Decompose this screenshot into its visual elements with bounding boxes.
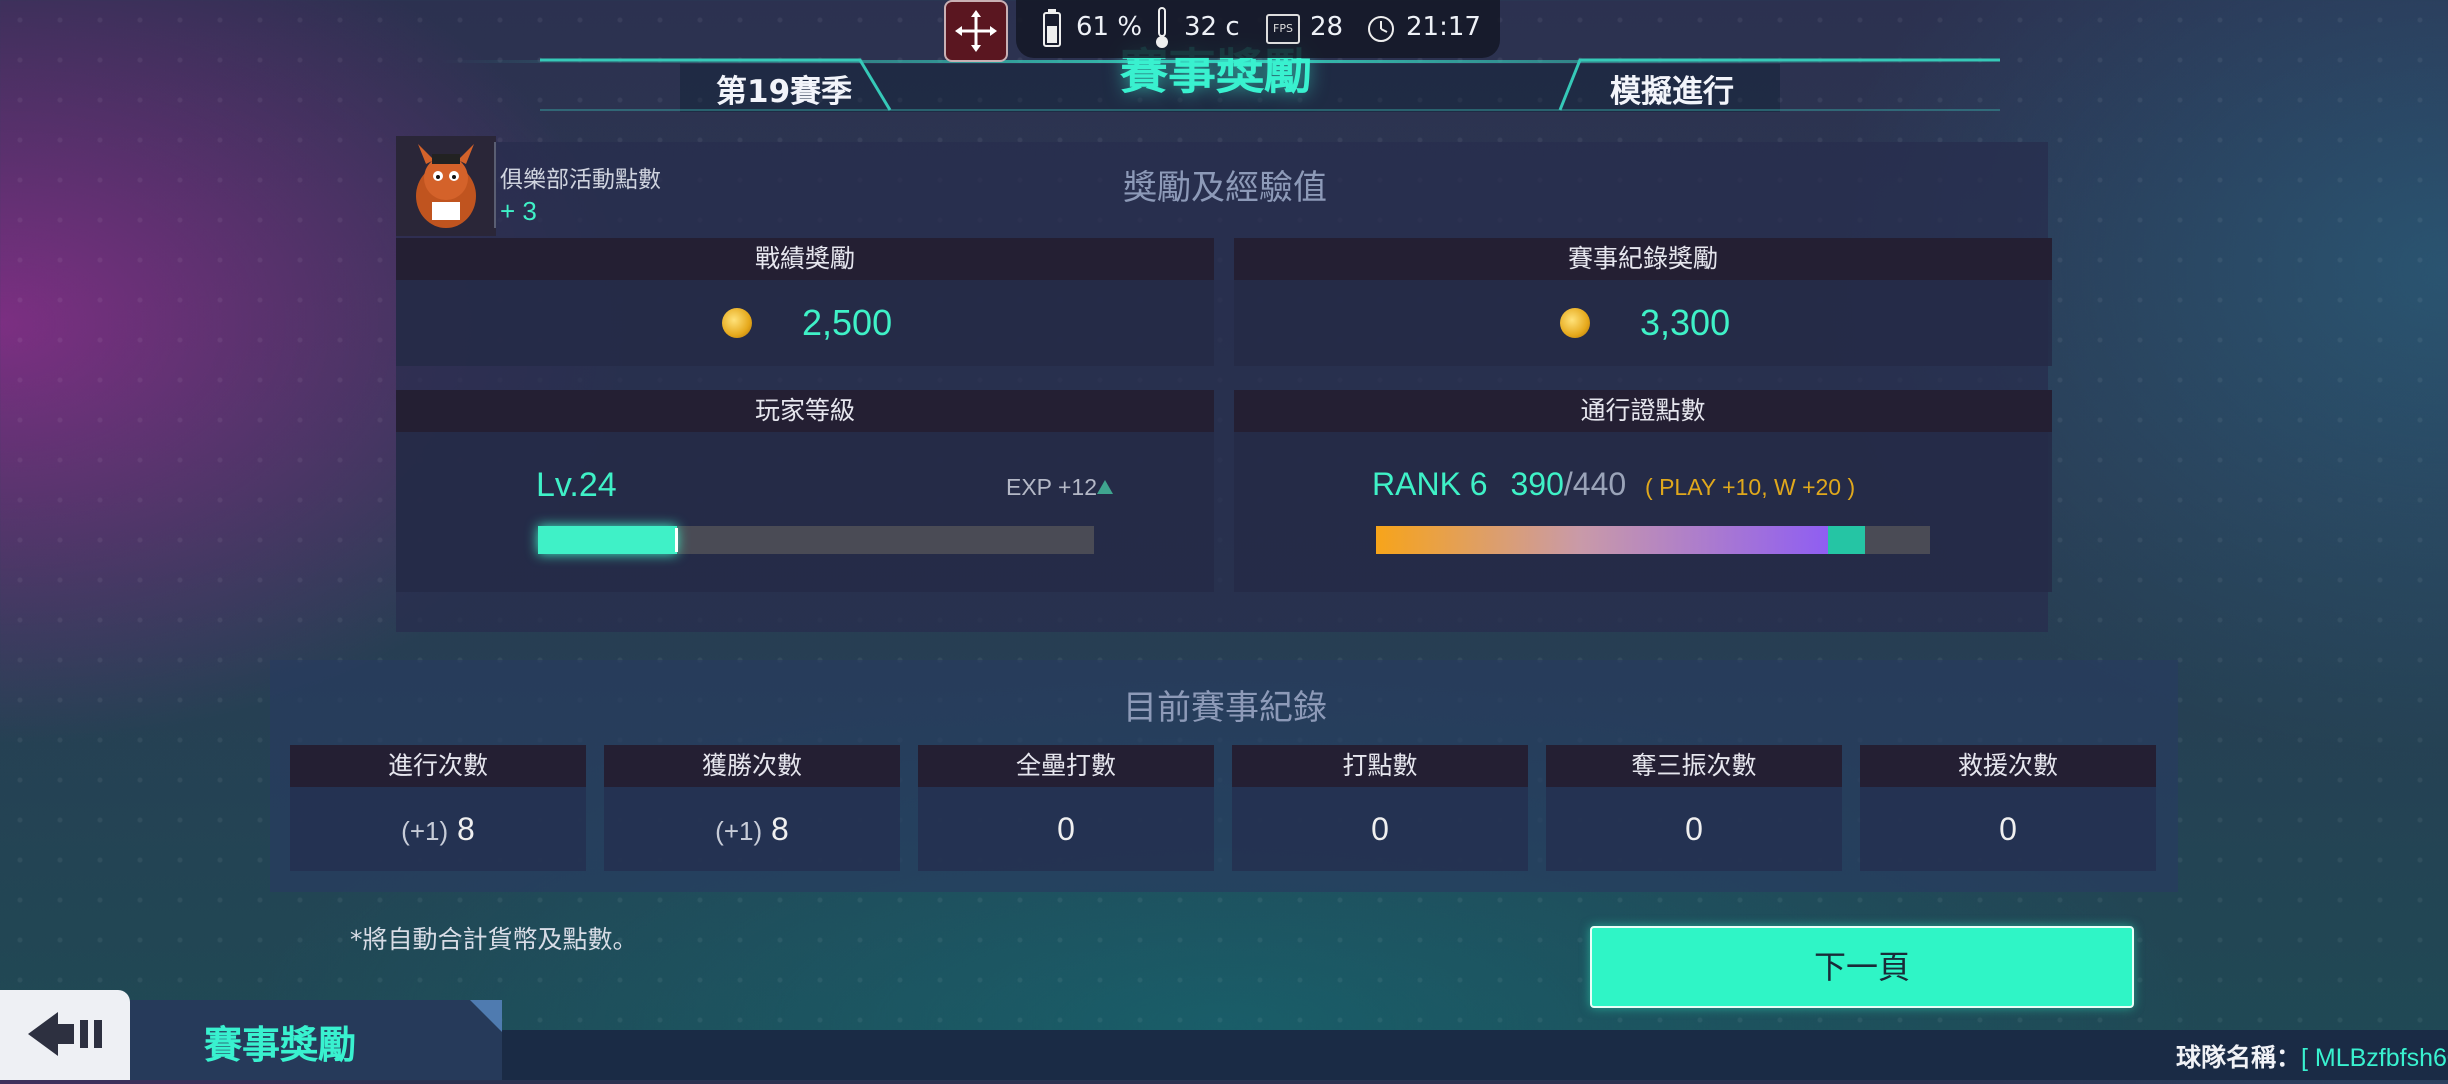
pass-points-header: 通行證點數 <box>1234 390 2052 432</box>
team-name-label: 球隊名稱： <box>2176 1043 2302 1072</box>
pass-progress-fill <box>1376 526 1828 554</box>
club-mascot-avatar <box>396 136 496 236</box>
team-name-value: [ MLBzfbfsh607 <box>2301 1044 2448 1072</box>
time-text: 21:17 <box>1406 12 1481 42</box>
tab-simulate[interactable]: 模擬進行 <box>1610 66 1734 111</box>
club-points-label: 俱樂部活動點數 <box>500 167 661 193</box>
back-label: 賽事獎勵 <box>204 1023 357 1067</box>
exp-progress-bar <box>538 526 1094 554</box>
stat-wins-value: 8 <box>771 811 789 847</box>
coin-icon <box>1560 308 1590 338</box>
pass-rank-line: RANK 6 390/440 ( PLAY +10, W +20 ) <box>1372 466 1855 503</box>
stat-wins-cell: (+1) 8 <box>604 787 900 871</box>
stat-wins-label: 獲勝次數 <box>604 745 900 787</box>
fps-icon: FPS <box>1266 14 1300 44</box>
stat-rbi-cell: 0 <box>1232 787 1528 871</box>
fps-text: 28 <box>1310 12 1344 42</box>
back-arrow-icon <box>28 1012 102 1056</box>
stat-saves-label: 救援次數 <box>1860 745 2156 787</box>
stat-strikeouts-cell: 0 <box>1546 787 1842 871</box>
stat-games-value: 8 <box>457 811 475 847</box>
temperature-text: 32 c <box>1184 12 1240 42</box>
rewards-section-title: 獎勵及經驗值 <box>1123 168 1327 208</box>
stat-homeruns-value: 0 <box>1057 811 1075 847</box>
battery-text: 61 % <box>1076 12 1143 42</box>
stat-saves-cell: 0 <box>1860 787 2156 871</box>
performance-reward-header: 戰績獎勵 <box>396 238 1214 280</box>
stat-strikeouts-value: 0 <box>1685 811 1703 847</box>
record-reward-header: 賽事紀錄獎勵 <box>1234 238 2052 280</box>
back-button[interactable] <box>0 990 130 1080</box>
club-points-value: + 3 <box>500 196 537 226</box>
pass-rank-text: RANK 6 <box>1372 466 1488 502</box>
battery-icon <box>1043 9 1061 47</box>
thermometer-icon <box>1156 7 1168 48</box>
tab-season[interactable]: 第19賽季 <box>716 66 852 111</box>
record-section-title: 目前賽事紀錄 <box>1123 688 1327 728</box>
exp-progress-fill <box>538 526 677 554</box>
coin-icon <box>722 308 752 338</box>
exp-progress-marker <box>675 528 678 552</box>
triangle-up-icon <box>1097 480 1113 494</box>
club-divider <box>494 142 496 228</box>
move-overlay-button[interactable] <box>944 0 1008 62</box>
stat-wins-prefix: (+1) <box>715 816 763 846</box>
pass-points-box <box>1234 432 2052 592</box>
pass-points-current: 390 <box>1510 466 1564 502</box>
next-page-button[interactable]: 下一頁 <box>1590 926 2134 1008</box>
player-level-header: 玩家等級 <box>396 390 1214 432</box>
clock-icon <box>1368 16 1394 42</box>
team-name-line: 球隊名稱：[ MLBzfbfsh607 <box>2176 1038 2448 1074</box>
record-reward-amount: 3,300 <box>1640 302 1731 343</box>
stat-games-cell: (+1) 8 <box>290 787 586 871</box>
stat-rbi-label: 打點數 <box>1232 745 1528 787</box>
stat-strikeouts-label: 奪三振次數 <box>1546 745 1842 787</box>
player-level-text: Lv.24 <box>536 466 617 504</box>
move-arrows-icon <box>955 10 997 52</box>
performance-reward-amount: 2,500 <box>802 302 893 343</box>
status-hud: 61 % 32 c FPS 28 21:17 <box>1016 0 1500 58</box>
player-level-box <box>396 432 1214 592</box>
pass-progress-bar <box>1376 526 1930 554</box>
pass-progress-gain <box>1827 526 1866 554</box>
stat-rbi-value: 0 <box>1371 811 1389 847</box>
stat-games-label: 進行次數 <box>290 745 586 787</box>
pass-points-total: /440 <box>1563 466 1627 502</box>
mascot-icon <box>416 144 476 228</box>
exp-gain-text: EXP +12 <box>1006 474 1098 500</box>
auto-total-note: *將自動合計貨幣及點數。 <box>350 925 638 954</box>
stat-saves-value: 0 <box>1999 811 2017 847</box>
pass-bonus-text: ( PLAY +10, W +20 ) <box>1645 474 1856 500</box>
stat-games-prefix: (+1) <box>401 816 449 846</box>
stat-homeruns-label: 全壘打數 <box>918 745 1214 787</box>
stat-homeruns-cell: 0 <box>918 787 1214 871</box>
